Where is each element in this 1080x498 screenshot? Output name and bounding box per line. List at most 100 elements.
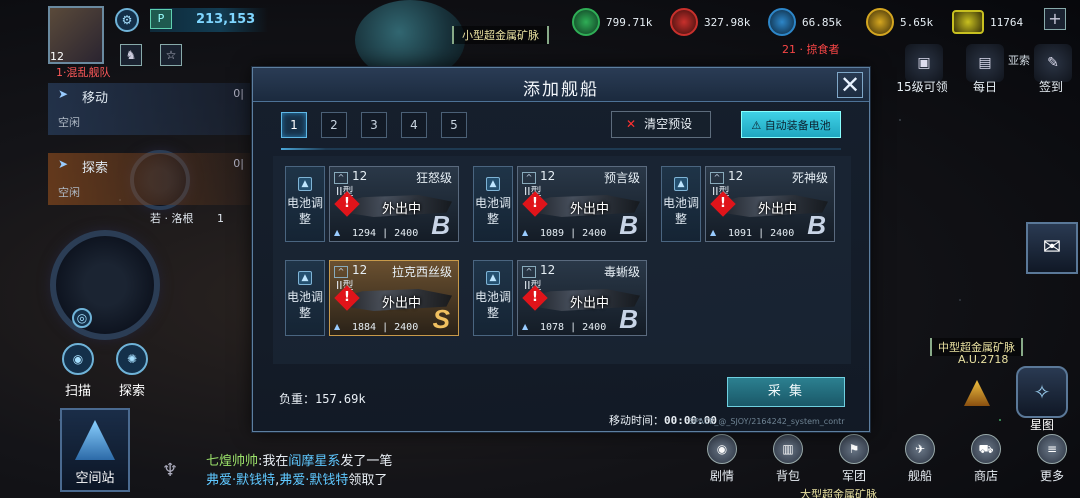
nav-ships[interactable]: ✈ 舰船	[895, 434, 945, 484]
settings-badge-icon[interactable]: ⚙	[115, 8, 139, 32]
battery-adjust-button[interactable]: ▲ 电池调整	[285, 166, 325, 242]
add-resource-button[interactable]: +	[1044, 8, 1066, 30]
resource-green[interactable]: 799.71k	[572, 8, 652, 36]
resource-red-value: 327.98k	[704, 15, 751, 29]
red-ore-icon	[670, 8, 698, 36]
resource-gold[interactable]: 5.65k	[866, 8, 933, 36]
nav-shop[interactable]: ⛟ 商店	[961, 434, 1011, 484]
ship-level: ^ 12	[522, 263, 555, 278]
favorite-star-icon[interactable]: ☆	[160, 44, 182, 66]
nav-more-label: 更多	[1039, 469, 1064, 483]
alliance-icon[interactable]: ♞	[120, 44, 142, 66]
legion-wings-icon[interactable]: ♆	[162, 460, 178, 481]
durability-icon: ▲	[522, 322, 529, 331]
dialog-title: 添加舰船	[523, 80, 599, 100]
side-panel-move[interactable]: ➤ 移动 0| 空闲	[48, 83, 250, 135]
signin-icon[interactable]: ✎	[1034, 44, 1072, 82]
resource-chain[interactable]: 11764	[952, 8, 1023, 36]
small-mine-label[interactable]: 小型超金属矿脉	[452, 26, 549, 44]
preset-tab-5[interactable]: 5	[441, 112, 467, 138]
chat-text-b: 发了一笔	[340, 454, 393, 469]
daily-icon[interactable]: ▤	[966, 44, 1004, 82]
ship-card[interactable]: ^ 12 毒蜥级 II型 ! 外出中 ▲ 1078 | 2400 B	[517, 260, 647, 336]
battery-icon: ▲	[298, 177, 312, 191]
daily-label[interactable]: 每日	[964, 78, 1006, 95]
ship-card[interactable]: ^ 12 预言级 II型 ! 外出中 ▲ 1089 | 2400 B	[517, 166, 647, 242]
battery-label: 电池调整	[474, 196, 511, 226]
chat-box[interactable]: 七煌帅帅:我在阎摩星系发了一笔 弗爱·默钱特,弗爱·默钱特领取了	[206, 452, 392, 490]
nav-bag[interactable]: ▥ 背包	[763, 434, 813, 484]
radar-icon: ✺	[116, 343, 148, 375]
nav-more[interactable]: ≡ 更多	[1027, 434, 1077, 484]
enemy-label[interactable]: 21 · 掠食者	[782, 41, 840, 57]
chat-name-b[interactable]: 弗爱·默钱特	[279, 473, 348, 488]
ship-level-value: 12	[352, 263, 368, 277]
ship-level-value: 12	[540, 263, 556, 277]
battery-adjust-button[interactable]: ▲ 电池调整	[661, 166, 701, 242]
space-station-button[interactable]: 空间站	[60, 408, 130, 492]
battery-adjust-button[interactable]: ▲ 电池调整	[473, 260, 513, 336]
station-emblem-icon	[75, 420, 115, 460]
ship-card[interactable]: ^ 12 死神级 II型 ! 外出中 ▲ 1091 | 2400 B	[705, 166, 835, 242]
chat-text-a: :我在	[258, 454, 289, 469]
chain-link-icon	[952, 10, 984, 34]
level-reward-label[interactable]: 15级可领	[890, 78, 954, 95]
more-menu-icon: ≡	[1037, 434, 1067, 464]
move-time-label: 移动时间：	[609, 414, 664, 427]
medium-mine-sub: A.U.2718	[958, 353, 1009, 366]
mail-icon[interactable]: ✉	[1026, 222, 1078, 274]
ship-level-value: 12	[352, 169, 368, 183]
resource-red[interactable]: 327.98k	[670, 8, 750, 36]
nav-story[interactable]: ◉ 剧情	[697, 434, 747, 484]
preset-tab-2[interactable]: 2	[321, 112, 347, 138]
ship-durability: 1089 | 2400	[540, 228, 607, 239]
station-label: 空间站	[75, 471, 115, 486]
add-ship-dialog: 添加舰船 ✕ 1 2 3 4 5 ✕ 清空预设 ⚠ 自动装备电池 ▲ 电池调整 ^ 1…	[252, 67, 870, 432]
level-reward-icon[interactable]: ▣	[905, 44, 943, 82]
story-icon: ◉	[707, 434, 737, 464]
large-mine-label[interactable]: 大型超金属矿脉	[800, 486, 877, 498]
scan-button[interactable]: ◉ 扫描	[60, 343, 96, 399]
ship-class: 狂怒级	[415, 171, 452, 185]
explore-button[interactable]: ✺ 探索	[112, 343, 152, 399]
chat-highlight[interactable]: 阎摩星系	[288, 454, 340, 469]
resource-gold-value: 5.65k	[900, 15, 934, 29]
star-map-icon[interactable]: ✧	[1016, 366, 1068, 418]
space-station-ring[interactable]	[50, 230, 160, 340]
side-panel-explore[interactable]: ➤ 探索 0| 空闲	[48, 153, 250, 205]
preset-tab-4[interactable]: 4	[401, 112, 427, 138]
battery-adjust-button[interactable]: ▲ 电池调整	[473, 166, 513, 242]
ship-card[interactable]: ^ 12 狂怒级 II型 ! 外出中 ▲ 1294 | 2400 B	[329, 166, 459, 242]
auto-battery-button[interactable]: ⚠ 自动装备电池	[741, 111, 841, 138]
nav-legion[interactable]: ⚑ 军团	[829, 434, 879, 484]
durability-icon: ▲	[334, 228, 341, 237]
resource-blue-value: 66.85k	[802, 15, 842, 29]
auto-battery-label: 自动装备电池	[764, 119, 831, 132]
move-icon: ➤	[58, 87, 69, 101]
close-button[interactable]: ✕	[837, 72, 863, 98]
side-panel-move-status: 空闲	[58, 116, 80, 129]
load-info: 负重：157.69k	[279, 390, 366, 407]
preset-tab-1[interactable]: 1	[281, 112, 307, 138]
chat-name-a[interactable]: 弗爱·默钱特	[206, 473, 275, 488]
warning-icon: ⚠	[751, 119, 762, 132]
ship-card[interactable]: ^ 12 拉克西丝级 II型 ! 外出中 ▲ 1884 | 2400 S	[329, 260, 459, 336]
star-map-label[interactable]: 星图	[1018, 416, 1066, 433]
fleet-name-text: 混乱舰队	[66, 66, 111, 79]
ship-list: ▲ 电池调整 ^ 12 狂怒级 II型 ! 外出中 ▲ 1294 | 2400 B …	[273, 156, 851, 364]
battery-adjust-button[interactable]: ▲ 电池调整	[285, 260, 325, 336]
collect-button[interactable]: 采 集	[727, 377, 845, 407]
backpack-icon: ▥	[773, 434, 803, 464]
station-marker-icon[interactable]: ◎	[72, 308, 92, 328]
side-panel-move-title: 移动	[82, 91, 109, 106]
preset-tabs: 1 2 3 4 5	[281, 112, 467, 138]
resource-blue[interactable]: 66.85k	[768, 8, 842, 36]
resource-green-value: 799.71k	[606, 15, 653, 29]
load-label: 负重：	[279, 392, 316, 406]
chat-sender[interactable]: 七煌帅帅	[206, 454, 258, 469]
battery-label: 电池调整	[474, 290, 511, 320]
signin-label[interactable]: 签到	[1030, 78, 1072, 95]
preset-tab-3[interactable]: 3	[361, 112, 387, 138]
ship-rank: B	[619, 304, 638, 334]
clear-preset-button[interactable]: ✕ 清空预设	[611, 111, 711, 138]
